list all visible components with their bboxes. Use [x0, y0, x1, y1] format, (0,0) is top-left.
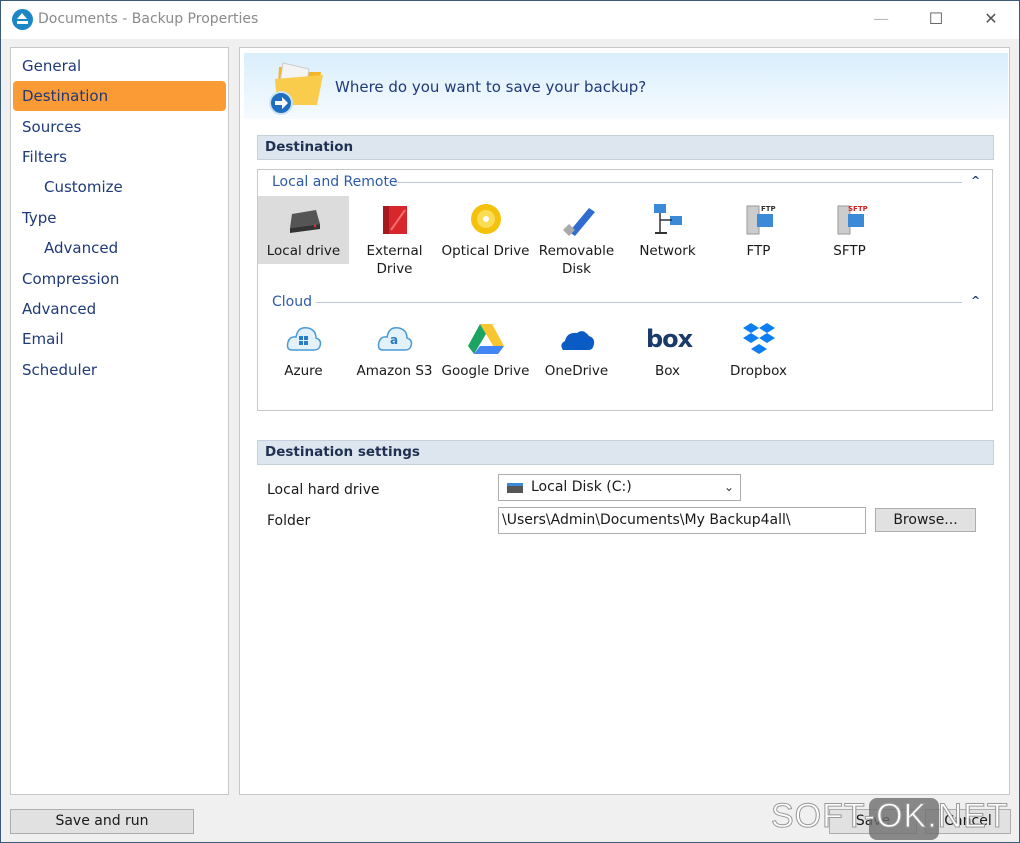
destination-settings-header: Destination settings — [257, 440, 994, 465]
tile-onedrive[interactable]: OneDrive — [531, 316, 622, 384]
chevron-down-icon: ⌄ — [723, 480, 734, 494]
selected-drive: Local Disk (C:) — [531, 479, 632, 495]
tile-ftp[interactable]: FTP FTP — [713, 196, 804, 264]
tile-local-drive[interactable]: Local drive — [258, 196, 349, 264]
close-button[interactable]: ✕ — [968, 5, 1014, 33]
dropbox-icon — [743, 323, 775, 354]
folder-label: Folder — [267, 513, 311, 529]
tile-network[interactable]: Network — [622, 196, 713, 264]
tile-box[interactable]: box Box — [622, 316, 713, 384]
divider — [394, 182, 962, 183]
local-hard-drive-select[interactable]: Local Disk (C:) ⌄ — [498, 474, 741, 501]
group-local-remote: Local and Remote — [272, 174, 398, 190]
sidebar-item-advanced[interactable]: Advanced — [13, 294, 226, 324]
collapse-local-chevron-icon[interactable]: ^ — [971, 174, 980, 187]
group-cloud: Cloud — [272, 294, 312, 310]
onedrive-icon — [561, 331, 595, 350]
tile-dropbox[interactable]: Dropbox — [713, 316, 804, 384]
tile-sftp[interactable]: SFTP SFTP — [804, 196, 895, 264]
external-drive-icon — [383, 206, 407, 234]
ftp-server-icon: FTP — [746, 205, 776, 235]
folder-arrow-icon — [269, 62, 323, 115]
collapse-cloud-chevron-icon[interactable]: ^ — [971, 294, 980, 307]
window-title: Documents - Backup Properties — [38, 11, 259, 27]
divider — [316, 302, 962, 303]
disk-icon — [507, 483, 523, 493]
network-icon — [654, 204, 682, 234]
sidebar-item-destination[interactable]: Destination — [13, 81, 226, 111]
box-icon: box — [646, 325, 693, 353]
save-and-run-button[interactable]: Save and run — [10, 809, 194, 834]
svg-text:SFTP: SFTP — [848, 205, 868, 213]
amazon-s3-icon: a — [377, 326, 413, 351]
tile-google-drive[interactable]: Google Drive — [440, 316, 531, 384]
folder-input[interactable]: \Users\Admin\Documents\My Backup4all\ — [498, 507, 866, 534]
sidebar-item-scheduler[interactable]: Scheduler — [13, 355, 226, 385]
sidebar-item-general[interactable]: General — [13, 51, 226, 81]
svg-text:FTP: FTP — [761, 205, 776, 213]
tile-external-drive[interactable]: External Drive — [349, 196, 440, 277]
tile-amazon-s3[interactable]: a Amazon S3 — [349, 316, 440, 384]
browse-button[interactable]: Browse... — [875, 508, 976, 532]
watermark: SOFT-OK.NET — [771, 797, 1009, 836]
header-question: Where do you want to save your backup? — [335, 78, 647, 96]
google-drive-icon — [468, 324, 504, 354]
tile-optical-drive[interactable]: Optical Drive — [440, 196, 531, 264]
usb-stick-icon — [563, 208, 595, 236]
sidebar-item-sources[interactable]: Sources — [13, 112, 226, 142]
tile-azure[interactable]: Azure — [258, 316, 349, 384]
sidebar: General Destination Sources Filters Cust… — [10, 47, 229, 795]
sidebar-item-filters[interactable]: Filters — [13, 142, 226, 172]
sidebar-item-compression[interactable]: Compression — [13, 264, 226, 294]
tile-removable-disk[interactable]: Removable Disk — [531, 196, 622, 277]
azure-icon — [286, 326, 322, 351]
sidebar-item-type[interactable]: Type — [13, 203, 226, 233]
sidebar-item-email[interactable]: Email — [13, 324, 226, 354]
maximize-button[interactable]: ☐ — [913, 5, 959, 33]
sidebar-item-customize[interactable]: Customize — [13, 172, 226, 202]
optical-disc-icon — [471, 204, 501, 234]
sidebar-item-type-advanced[interactable]: Advanced — [13, 233, 226, 263]
title-bar: Documents - Backup Properties — ☐ ✕ — [1, 1, 1019, 39]
sftp-server-icon: SFTP — [837, 205, 868, 235]
destination-picker: Local and Remote ^ Local drive External … — [257, 169, 993, 411]
local-hard-drive-label: Local hard drive — [267, 482, 380, 498]
svg-text:a: a — [390, 333, 398, 347]
app-eject-icon — [12, 9, 33, 30]
hard-drive-icon — [290, 210, 320, 233]
minimize-button[interactable]: — — [858, 5, 904, 33]
destination-section-header: Destination — [257, 135, 994, 160]
